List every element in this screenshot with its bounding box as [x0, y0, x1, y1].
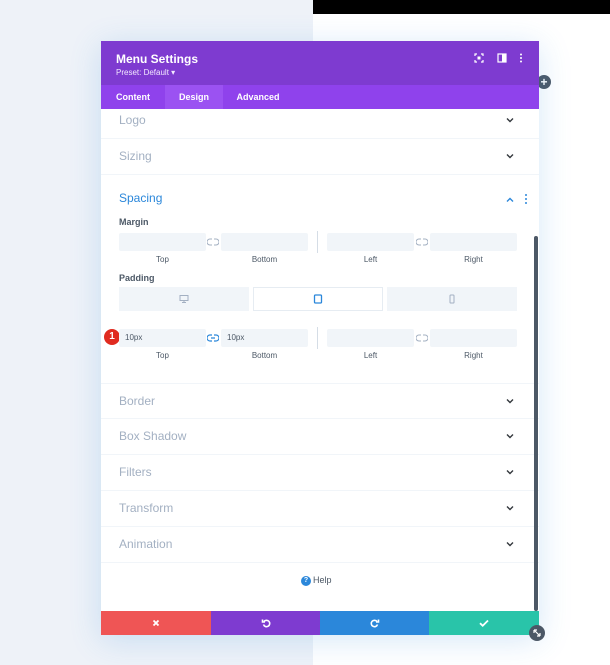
padding-right-label: Right — [464, 351, 483, 360]
tab-design[interactable]: Design — [165, 85, 223, 109]
undo-icon — [261, 619, 270, 628]
chevron-down-icon — [506, 154, 514, 159]
chevron-down-icon — [506, 470, 514, 475]
padding-left-label: Left — [363, 351, 378, 360]
cancel-button[interactable] — [101, 611, 211, 635]
help-link[interactable]: ? Help — [301, 575, 332, 586]
section-animation[interactable]: Animation — [101, 527, 539, 563]
undo-button[interactable] — [211, 611, 320, 635]
annotation-badge: 1 — [104, 329, 120, 345]
device-phone-tab[interactable] — [387, 287, 517, 311]
tab-advanced[interactable]: Advanced — [223, 85, 293, 109]
section-transform[interactable]: Transform — [101, 491, 539, 527]
settings-modal: Menu Settings Preset: Default ▾ Content … — [101, 41, 539, 635]
section-transform-label: Transform — [119, 501, 174, 515]
margin-bottom-input[interactable] — [221, 233, 308, 251]
link-icon[interactable] — [416, 237, 428, 247]
page-top-bar — [313, 0, 610, 14]
modal-footer — [101, 611, 539, 635]
device-desktop-tab[interactable] — [119, 287, 249, 311]
margin-label: Margin — [119, 217, 149, 227]
save-button[interactable] — [429, 611, 539, 635]
padding-top-input[interactable]: 10px — [119, 329, 206, 347]
margin-top-label: Top — [156, 255, 169, 264]
desktop-icon — [179, 295, 189, 303]
margin-top-input[interactable] — [119, 233, 206, 251]
padding-label: Padding — [119, 273, 155, 283]
chevron-down-icon — [506, 118, 514, 123]
section-filters[interactable]: Filters — [101, 455, 539, 491]
fullscreen-icon[interactable] — [472, 53, 486, 67]
more-options-icon[interactable] — [524, 193, 528, 205]
margin-left-label: Left — [363, 255, 378, 264]
section-sizing-label: Sizing — [119, 149, 152, 163]
section-border-label: Border — [119, 394, 156, 408]
padding-bottom-label: Bottom — [251, 351, 278, 360]
margin-right-label: Right — [464, 255, 483, 264]
chevron-down-icon — [506, 542, 514, 547]
link-active-icon[interactable] — [207, 333, 219, 343]
modal-title: Menu Settings — [116, 52, 199, 66]
margin-bottom-label: Bottom — [251, 255, 278, 264]
margin-left-input[interactable] — [327, 233, 414, 251]
help-label: Help — [313, 575, 332, 585]
chevron-down-icon — [506, 434, 514, 439]
redo-icon — [370, 619, 379, 628]
divider — [317, 231, 318, 253]
tab-content[interactable]: Content — [101, 85, 165, 109]
scrollbar[interactable] — [534, 236, 538, 611]
device-tablet-tab[interactable] — [253, 287, 383, 311]
section-filters-label: Filters — [119, 465, 152, 479]
margin-right-input[interactable] — [430, 233, 517, 251]
more-options-icon[interactable] — [514, 53, 528, 67]
link-icon[interactable] — [416, 333, 428, 343]
tablet-icon — [313, 294, 323, 304]
phone-icon — [449, 294, 455, 304]
section-logo-label: Logo — [119, 113, 146, 127]
preset-selector[interactable]: Preset: Default ▾ — [116, 68, 175, 77]
modal-header: Menu Settings Preset: Default ▾ — [101, 41, 539, 85]
section-box-shadow[interactable]: Box Shadow — [101, 419, 539, 455]
divider — [317, 327, 318, 349]
chevron-up-icon[interactable] — [505, 195, 515, 205]
section-sizing[interactable]: Sizing — [101, 139, 539, 175]
section-logo[interactable]: Logo — [101, 109, 539, 139]
padding-top-label: Top — [156, 351, 169, 360]
help-icon: ? — [301, 575, 311, 586]
padding-left-input[interactable] — [327, 329, 414, 347]
redo-button[interactable] — [320, 611, 429, 635]
add-module-plus-icon[interactable]: + — [537, 75, 551, 89]
resize-handle[interactable] — [529, 625, 545, 641]
resize-icon — [533, 629, 541, 637]
tab-bar: Content Design Advanced — [101, 85, 539, 109]
check-icon — [479, 619, 489, 628]
padding-right-input[interactable] — [430, 329, 517, 347]
split-view-icon[interactable] — [495, 53, 509, 67]
section-box-shadow-label: Box Shadow — [119, 429, 187, 443]
chevron-down-icon — [506, 399, 514, 404]
settings-scroll-area[interactable]: Logo Sizing Spacing Margin Top Bottom Le… — [101, 109, 539, 611]
section-spacing-label[interactable]: Spacing — [119, 191, 162, 205]
padding-bottom-input[interactable]: 10px — [221, 329, 308, 347]
section-animation-label: Animation — [119, 537, 173, 551]
close-icon — [152, 619, 160, 627]
section-border[interactable]: Border — [101, 383, 539, 419]
link-icon[interactable] — [207, 237, 219, 247]
chevron-down-icon — [506, 506, 514, 511]
